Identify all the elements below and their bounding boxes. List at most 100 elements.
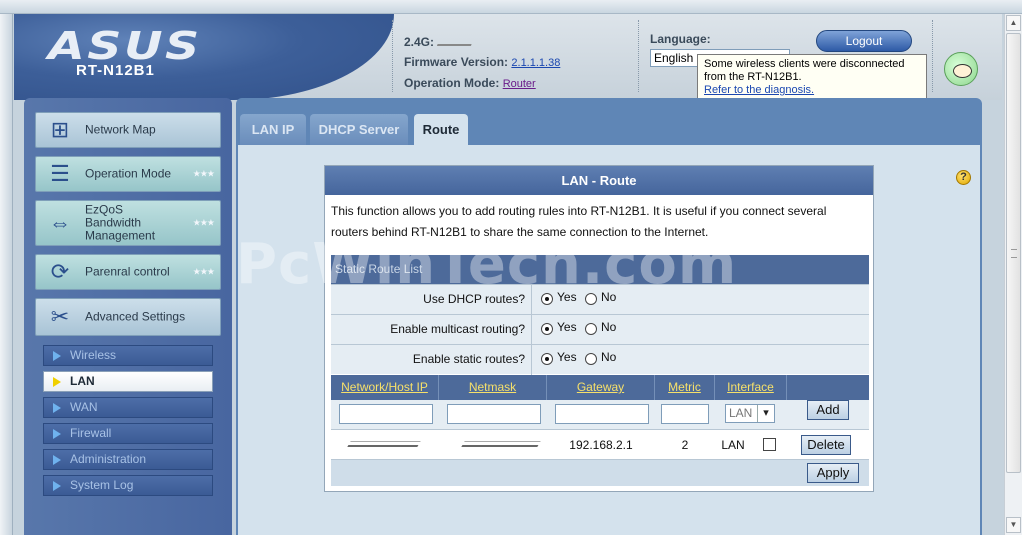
tooltip-text: Some wireless clients were disconnected … <box>704 58 905 83</box>
metric-input[interactable] <box>661 404 709 424</box>
apply-button[interactable]: Apply <box>807 463 859 483</box>
interface-value: LAN <box>721 438 745 452</box>
radio-no[interactable] <box>585 353 597 365</box>
delete-button[interactable]: Delete <box>801 435 851 455</box>
apply-row: Apply <box>331 460 869 486</box>
brand-area: ASUS RT-N12B1 <box>14 14 394 100</box>
table-row: 192.168.2.1 2 LAN Delete <box>331 430 869 460</box>
submenu-label: WAN <box>70 400 98 414</box>
option-row-static-routes: Enable static routes? Yes No <box>331 344 869 375</box>
submenu-wireless[interactable]: Wireless <box>43 345 213 366</box>
column-header-gateway[interactable]: Gateway <box>547 375 655 400</box>
interface-select[interactable]: LAN <box>725 404 775 423</box>
add-button[interactable]: Add <box>807 400 849 420</box>
option-label: Enable static routes? <box>412 352 525 366</box>
sidebar-item-operation-mode[interactable]: ☰ Operation Mode ★★★ <box>35 156 221 192</box>
submenu-label: Wireless <box>70 348 117 362</box>
scroll-up-arrow-icon[interactable]: ▲ <box>1006 15 1021 31</box>
tab-route[interactable]: Route <box>414 114 468 145</box>
diagnosis-face-icon[interactable] <box>944 52 978 86</box>
stars-icon: ★★★ <box>192 217 215 228</box>
radio-no[interactable] <box>585 293 597 305</box>
tools-icon: ✂ <box>50 304 70 329</box>
bandwidth-icon: ⇔ <box>49 210 71 235</box>
radio-yes-label: Yes <box>557 350 577 364</box>
network-host-ip-input[interactable] <box>339 404 433 424</box>
sidebar-item-parental-control[interactable]: ⟳ Parenral control ★★★ <box>35 254 221 290</box>
triangle-right-icon <box>53 403 61 413</box>
gateway-value: 192.168.2.1 <box>569 438 633 452</box>
sidebar-item-label: Parenral control <box>85 264 170 279</box>
triangle-right-icon <box>53 351 61 361</box>
radio-no-label: No <box>601 290 617 304</box>
router-info: 2.4G: Firmware Version: 2.1.1.1.38 Opera… <box>404 32 560 94</box>
header-divider <box>392 20 393 92</box>
route-select-checkbox[interactable] <box>763 438 776 451</box>
panel-description: This function allows you to add routing … <box>331 204 827 239</box>
submenu-lan[interactable]: LAN <box>43 371 213 392</box>
scroll-down-arrow-icon[interactable]: ▼ <box>1006 517 1021 533</box>
network-host-ip-value <box>347 441 421 447</box>
submenu-administration[interactable]: Administration <box>43 449 213 470</box>
sidebar-item-label: Advanced Settings <box>85 309 186 324</box>
route-panel: LAN - Route This function allows you to … <box>324 165 874 492</box>
stars-icon: ★★★ <box>192 266 215 277</box>
model-name: RT-N12B1 <box>76 62 155 79</box>
ssid-value <box>436 39 474 46</box>
sidebar-item-ezqos[interactable]: ⇔ EzQoS Bandwidth Management ★★★ <box>35 200 221 246</box>
router-icon: ☰ <box>50 161 70 186</box>
tab-dhcp-server[interactable]: DHCP Server <box>310 114 408 145</box>
column-header-network[interactable]: Network/Host IP <box>331 375 439 400</box>
sidebar-item-advanced-settings[interactable]: ✂ Advanced Settings <box>35 298 221 336</box>
radio-no-label: No <box>601 320 617 334</box>
triangle-right-icon <box>53 377 61 387</box>
column-header-netmask[interactable]: Netmask <box>439 375 547 400</box>
netmask-input[interactable] <box>447 404 541 424</box>
submenu-system-log[interactable]: System Log <box>43 475 213 496</box>
diagnosis-link[interactable]: Refer to the diagnosis. <box>704 84 920 97</box>
mode-label: Operation Mode: <box>404 76 500 90</box>
sidebar: ⊞ Network Map ☰ Operation Mode ★★★ ⇔ EzQ… <box>24 98 232 535</box>
network-map-icon: ⊞ <box>50 117 70 142</box>
submenu-firewall[interactable]: Firewall <box>43 423 213 444</box>
route-table-header: Network/Host IP Netmask Gateway Metric I… <box>331 375 869 400</box>
sidebar-item-label: Network Map <box>85 122 156 137</box>
parental-control-icon: ⟳ <box>50 259 70 284</box>
language-label: Language: <box>650 32 711 46</box>
column-header-metric[interactable]: Metric <box>655 375 715 400</box>
firmware-label: Firmware Version: <box>404 55 509 69</box>
sidebar-item-label: EzQoS Bandwidth Management <box>85 202 156 243</box>
submenu-label: Firewall <box>70 426 112 440</box>
vertical-scrollbar[interactable]: ▲ ▼ <box>1004 14 1022 535</box>
option-label: Use DHCP routes? <box>423 292 525 306</box>
radio-yes[interactable] <box>541 353 553 365</box>
header-divider <box>932 20 933 92</box>
help-icon[interactable]: ? <box>956 170 971 185</box>
firmware-version-link[interactable]: 2.1.1.1.38 <box>511 57 560 69</box>
radio-yes-label: Yes <box>557 290 577 304</box>
column-header-interface[interactable]: Interface <box>715 375 787 400</box>
tab-lan-ip[interactable]: LAN IP <box>240 114 306 145</box>
metric-value: 2 <box>681 438 689 452</box>
radio-yes[interactable] <box>541 323 553 335</box>
scroll-thumb[interactable] <box>1006 33 1021 473</box>
gateway-input[interactable] <box>555 404 649 424</box>
stars-icon: ★★★ <box>192 168 215 179</box>
submenu-label: LAN <box>70 374 95 388</box>
option-row-dhcp-routes: Use DHCP routes? Yes No <box>331 284 869 315</box>
option-row-multicast: Enable multicast routing? Yes No <box>331 314 869 345</box>
band-label: 2.4G: <box>404 35 435 49</box>
netmask-value <box>461 441 541 447</box>
sidebar-item-network-map[interactable]: ⊞ Network Map <box>35 112 221 148</box>
router-header: ASUS RT-N12B1 2.4G: Firmware Version: 2.… <box>14 14 1002 100</box>
radio-yes-label: Yes <box>557 320 577 334</box>
diagnosis-tooltip: Some wireless clients were disconnected … <box>697 54 927 100</box>
radio-yes[interactable] <box>541 293 553 305</box>
operation-mode-link[interactable]: Router <box>503 78 536 90</box>
triangle-right-icon <box>53 455 61 465</box>
route-input-row: LAN Add <box>331 400 869 430</box>
submenu-wan[interactable]: WAN <box>43 397 213 418</box>
panel-title: LAN - Route <box>325 166 873 195</box>
logout-button[interactable]: Logout <box>816 30 912 52</box>
radio-no[interactable] <box>585 323 597 335</box>
